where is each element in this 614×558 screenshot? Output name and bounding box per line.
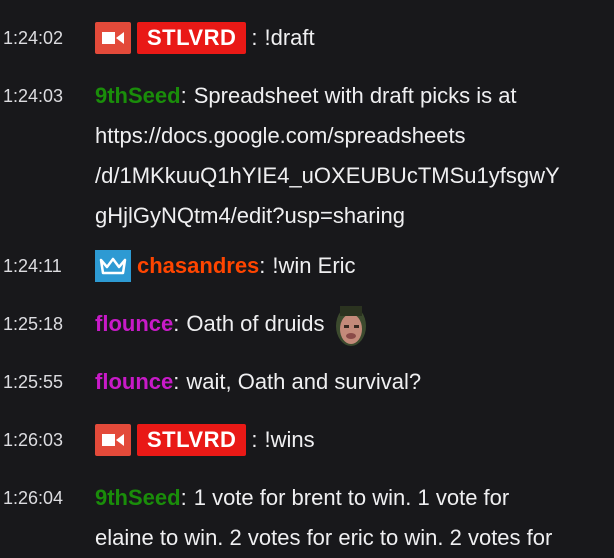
username[interactable]: STLVRD <box>137 424 247 456</box>
message-text: !wins <box>264 427 315 452</box>
username[interactable]: STLVRD <box>137 22 247 54</box>
crown-icon <box>95 250 131 282</box>
video-camera-icon <box>95 22 131 54</box>
separator: : <box>251 25 258 50</box>
message-content: 9thSeed : 1 vote for brent to win. 1 vot… <box>95 478 605 558</box>
message-content: chasandres : !win Eric <box>95 246 605 286</box>
username[interactable]: 9thSeed <box>95 76 181 116</box>
username[interactable]: chasandres <box>137 246 259 286</box>
timestamp: 1:24:03 <box>3 86 64 106</box>
message-content: STLVRD : !draft <box>95 18 605 58</box>
username[interactable]: flounce <box>95 362 173 402</box>
username[interactable]: 9thSeed <box>95 478 181 518</box>
video-camera-icon <box>95 424 131 456</box>
message-text: wait, Oath and survival? <box>186 369 422 394</box>
timestamp: 1:24:11 <box>3 256 62 276</box>
timestamp: 1:26:04 <box>3 488 64 508</box>
timestamp: 1:24:02 <box>3 28 64 48</box>
message-text: Oath of druids <box>186 311 325 336</box>
message-text: !draft <box>264 25 315 50</box>
message-text: 1 vote for brent to win. 1 vote for <box>193 485 510 510</box>
separator: : <box>173 369 180 394</box>
message-content: flounce : wait, Oath and survival? <box>95 362 605 402</box>
message-content: 9thSeed : Spreadsheet with draft picks i… <box>95 76 605 236</box>
message-text: Spreadsheet with draft picks is at <box>193 83 517 108</box>
message-text[interactable]: /d/1MKkuuQ1hYIE4_uOXEUBUcTMSu1yfsgwY <box>95 156 605 196</box>
separator: : <box>180 83 187 108</box>
message-text[interactable]: gHjlGyNQtm4/edit?usp=sharing <box>95 196 605 236</box>
message-text: elaine to win. 2 votes for eric to win. … <box>95 525 553 550</box>
timestamp: 1:26:03 <box>3 430 64 450</box>
separator: : <box>251 427 258 452</box>
face-emote-icon <box>333 300 369 348</box>
message-content: flounce : Oath of druids <box>95 304 605 346</box>
separator: : <box>173 311 180 336</box>
separator: : <box>259 253 266 278</box>
message-text[interactable]: https://docs.google.com/spreadsheets <box>95 116 605 156</box>
message-text: !win Eric <box>272 253 356 278</box>
separator: : <box>180 485 187 510</box>
timestamp: 1:25:18 <box>3 314 64 334</box>
message-content: STLVRD : !wins <box>95 420 605 460</box>
username[interactable]: flounce <box>95 304 173 344</box>
timestamp: 1:25:55 <box>3 372 64 392</box>
